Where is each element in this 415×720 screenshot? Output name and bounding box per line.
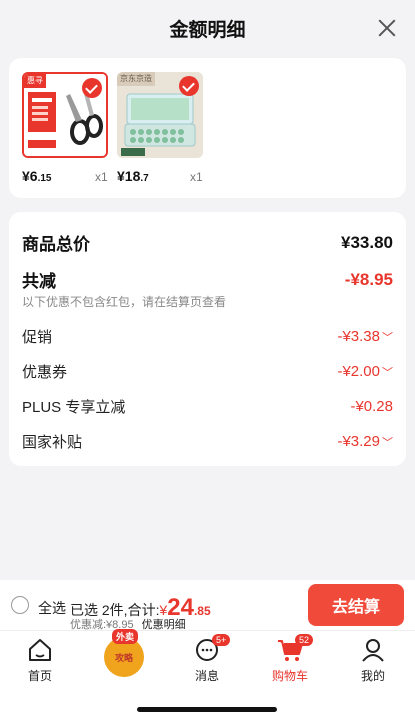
home-icon bbox=[29, 639, 51, 661]
tab-promo[interactable]: 外卖 攻略 bbox=[104, 629, 144, 677]
discount-row-plus: PLUS 专享立减 -¥0.28 bbox=[22, 398, 393, 416]
tab-me[interactable]: 我的 bbox=[338, 637, 408, 684]
message-badge: 5+ bbox=[212, 634, 231, 646]
checked-icon[interactable] bbox=[82, 78, 102, 98]
discount-row-promo[interactable]: 促销 -¥3.38 ﹀ bbox=[22, 326, 393, 347]
product-tag: 惠寻 bbox=[24, 74, 46, 88]
reduce-label: 共减 bbox=[22, 272, 56, 291]
checked-icon[interactable] bbox=[179, 76, 199, 96]
product-price: ¥6.15 bbox=[22, 168, 52, 184]
promo-icon-label: 攻略 bbox=[114, 652, 133, 663]
price-detail-card: 商品总价 ¥33.80 共减 -¥8.95 以下优惠不包含红包，请在结算页查看 … bbox=[9, 212, 406, 466]
page-title: 金额明细 bbox=[169, 19, 246, 41]
tab-messages[interactable]: 5+ 消息 bbox=[172, 634, 242, 684]
discount-note: 以下优惠不包含红包，请在结算页查看 bbox=[22, 295, 227, 309]
total-row: 商品总价 ¥33.80 bbox=[22, 230, 393, 255]
total-label: 商品总价 bbox=[22, 235, 90, 254]
select-all-label[interactable]: 全选 bbox=[38, 598, 66, 618]
total-value: ¥33.80 bbox=[341, 232, 393, 252]
reduce-value: -¥8.95 bbox=[344, 269, 393, 289]
product-tag: 京东京造 bbox=[117, 72, 155, 86]
chevron-down-icon: ﹀ bbox=[382, 332, 393, 344]
discount-row-subsidy[interactable]: 国家补贴 -¥3.29 ﹀ bbox=[22, 431, 393, 452]
product-image-container[interactable]: 京东京造 bbox=[117, 72, 203, 158]
select-all-radio[interactable] bbox=[11, 596, 29, 614]
cart-badge: 52 bbox=[295, 634, 314, 646]
close-icon[interactable] bbox=[377, 18, 397, 38]
home-indicator bbox=[137, 707, 277, 712]
chevron-down-icon: ﹀ bbox=[382, 437, 393, 449]
product-qty: x1 bbox=[95, 170, 108, 184]
user-icon bbox=[362, 639, 384, 662]
tab-home[interactable]: 首页 bbox=[5, 637, 75, 684]
header: 金额明细 bbox=[0, 0, 415, 56]
chevron-down-icon: ﹀ bbox=[382, 367, 393, 379]
reduce-row: 共减 -¥8.95 bbox=[22, 267, 393, 292]
tab-cart[interactable]: 52 购物车 bbox=[255, 634, 325, 684]
product-price: ¥18.7 bbox=[117, 168, 149, 184]
product-qty: x1 bbox=[190, 170, 203, 184]
discount-row-coupon[interactable]: 优惠券 -¥2.00 ﹀ bbox=[22, 361, 393, 382]
product-image-scissors[interactable]: 惠寻 bbox=[22, 72, 108, 158]
checkout-bar: 全选 已选 2件,合计:¥24.85 优惠减:¥8.95 优惠明细 去结算 bbox=[0, 580, 415, 631]
checkout-button[interactable]: 去结算 bbox=[308, 584, 404, 626]
goods-card: 惠寻 ¥6.15 x1 京东京造 ¥18.7 x1 bbox=[9, 58, 406, 198]
